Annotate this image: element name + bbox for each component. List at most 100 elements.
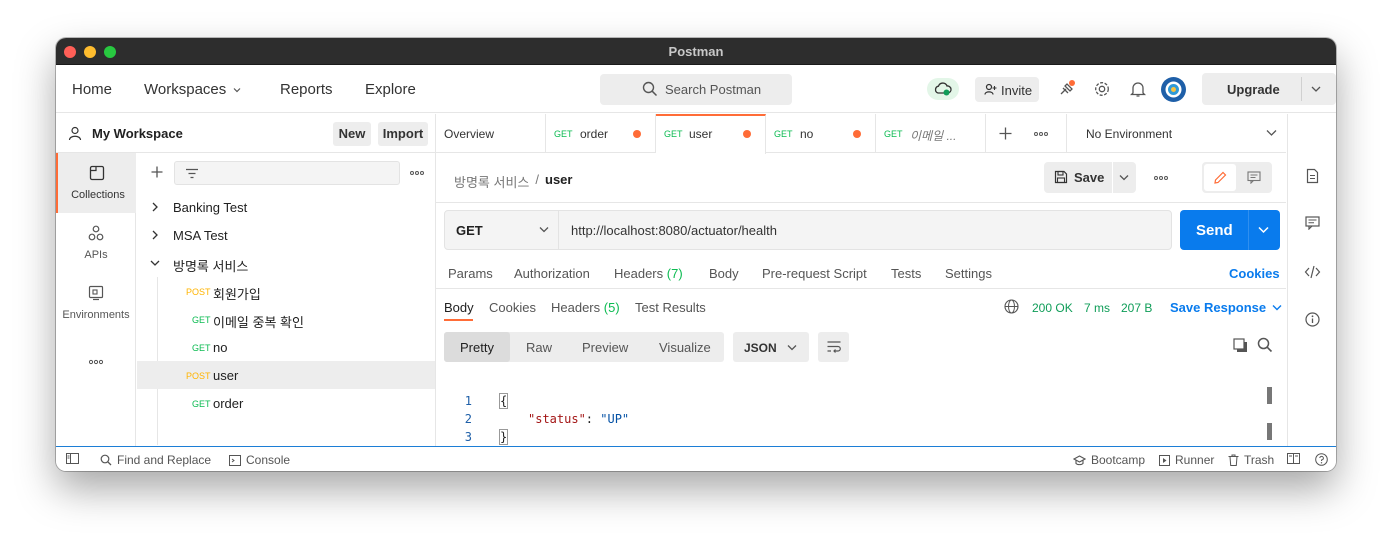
scrollbar-thumb[interactable] — [1267, 387, 1272, 404]
response-tab-headers[interactable]: Headers (5) — [551, 300, 620, 315]
line-number: 1 — [464, 394, 472, 408]
tab-email-check[interactable]: GET 이메일 ... — [876, 114, 986, 153]
edit-icon[interactable] — [1204, 164, 1236, 191]
response-body[interactable]: 1 2 3 { "status" : "UP" } — [444, 374, 1274, 445]
wrap-lines-icon[interactable] — [818, 332, 849, 362]
more-horizontal-icon[interactable] — [1034, 131, 1048, 137]
response-tab-cookies[interactable]: Cookies — [489, 300, 536, 315]
rail-item-collections[interactable]: Collections — [56, 153, 136, 213]
send-button[interactable]: Send — [1180, 210, 1280, 250]
url-input[interactable]: http://localhost:8080/actuator/health — [571, 223, 777, 238]
comment-icon[interactable] — [1238, 164, 1270, 191]
tab-prerequest-script[interactable]: Pre-request Script — [762, 266, 867, 281]
save-response-button[interactable]: Save Response — [1170, 300, 1282, 315]
environment-label: No Environment — [1086, 127, 1173, 141]
request-name[interactable]: user — [545, 172, 572, 191]
tab-params[interactable]: Params — [448, 266, 493, 281]
rail-item-apis[interactable]: APIs — [56, 213, 136, 273]
tab-no[interactable]: GET no — [766, 114, 876, 153]
chevron-right-icon[interactable] — [151, 230, 159, 240]
find-replace-button[interactable]: Find and Replace — [100, 453, 211, 467]
rail-more-button[interactable] — [56, 343, 136, 383]
toggle-sidebar-icon[interactable] — [66, 453, 79, 464]
import-button[interactable]: Import — [378, 122, 428, 146]
info-icon[interactable] — [1305, 312, 1320, 327]
runner-button[interactable]: Runner — [1159, 453, 1214, 467]
chevron-down-icon[interactable] — [150, 259, 160, 267]
bell-icon[interactable] — [1127, 78, 1149, 100]
tab-authorization[interactable]: Authorization — [514, 266, 590, 281]
breadcrumb-parent[interactable]: 방명록 서비스 — [454, 172, 529, 191]
format-visualize[interactable]: Visualize — [659, 340, 711, 355]
tab-tests[interactable]: Tests — [891, 266, 921, 281]
collection-item[interactable]: MSA Test — [137, 221, 435, 249]
response-tab-test-results[interactable]: Test Results — [635, 300, 706, 315]
format-preview[interactable]: Preview — [582, 340, 628, 355]
format-raw[interactable]: Raw — [526, 340, 552, 355]
collection-item[interactable]: 방명록 서비스 — [137, 249, 435, 277]
plus-icon[interactable] — [151, 166, 163, 178]
scrollbar-thumb[interactable] — [1267, 423, 1272, 440]
plus-icon[interactable] — [999, 127, 1012, 140]
comments-icon[interactable] — [1305, 216, 1320, 230]
console-label: Console — [246, 453, 291, 467]
help-icon[interactable] — [1315, 453, 1328, 466]
tab-body[interactable]: Body — [709, 266, 739, 281]
request-item[interactable]: GET 이메일 중복 확인 — [137, 305, 435, 333]
chevron-down-icon[interactable] — [1310, 84, 1322, 94]
globe-icon[interactable] — [1004, 299, 1019, 314]
chevron-down-icon — [1272, 304, 1282, 310]
chevron-down-icon[interactable] — [1258, 226, 1269, 234]
nav-workspaces[interactable]: Workspaces — [144, 81, 242, 98]
method-select[interactable]: GET — [445, 211, 559, 249]
search-icon[interactable] — [1257, 337, 1273, 353]
environment-selector[interactable]: No Environment — [1066, 114, 1286, 153]
request-item[interactable]: POST 회원가입 — [137, 277, 435, 305]
tab-headers[interactable]: Headers (7) — [614, 266, 683, 281]
copy-icon[interactable] — [1233, 338, 1248, 353]
filter-input[interactable] — [174, 161, 400, 185]
more-horizontal-icon[interactable] — [1154, 175, 1168, 181]
satellite-icon[interactable] — [1056, 78, 1078, 100]
rail-item-environments[interactable]: Environments — [56, 273, 136, 333]
nav-reports[interactable]: Reports — [280, 81, 333, 98]
tab-order[interactable]: GET order — [546, 114, 656, 153]
bootcamp-button[interactable]: Bootcamp — [1073, 453, 1145, 467]
format-pretty[interactable]: Pretty — [444, 332, 510, 362]
request-item-selected[interactable]: POST user — [137, 361, 435, 389]
tab-overview[interactable]: Overview — [436, 114, 546, 153]
collection-item[interactable]: Banking Test — [137, 193, 435, 221]
console-button[interactable]: Console — [229, 453, 290, 467]
two-pane-icon[interactable] — [1287, 453, 1300, 464]
chevron-down-icon[interactable] — [1119, 174, 1129, 182]
method-label: GET — [456, 223, 483, 238]
status-code[interactable]: 200 OK — [1032, 301, 1073, 315]
sync-status-icon[interactable] — [927, 78, 959, 100]
tab-user[interactable]: GET user — [656, 114, 766, 154]
avatar[interactable] — [1161, 77, 1186, 102]
chevron-right-icon[interactable] — [151, 202, 159, 212]
search-box[interactable]: Search Postman — [600, 74, 792, 105]
request-label: user — [213, 368, 239, 383]
more-horizontal-icon[interactable] — [410, 170, 424, 176]
request-item[interactable]: GET no — [137, 333, 435, 361]
documentation-icon[interactable] — [1306, 168, 1319, 184]
save-button[interactable]: Save — [1044, 162, 1136, 193]
cookies-link[interactable]: Cookies — [1229, 266, 1280, 281]
language-select[interactable]: JSON — [733, 332, 809, 362]
response-time[interactable]: 7 ms — [1084, 301, 1110, 315]
nav-explore[interactable]: Explore — [365, 81, 416, 98]
response-tab-body[interactable]: Body — [444, 300, 474, 315]
invite-button[interactable]: Invite — [975, 77, 1039, 102]
upgrade-button[interactable]: Upgrade — [1202, 73, 1336, 105]
tab-settings[interactable]: Settings — [945, 266, 992, 281]
nav-home[interactable]: Home — [72, 81, 112, 98]
code-icon[interactable] — [1304, 265, 1321, 279]
response-size[interactable]: 207 B — [1121, 301, 1152, 315]
code-brace-open: { — [498, 393, 509, 409]
workspace-name[interactable]: My Workspace — [92, 126, 183, 141]
gear-icon[interactable] — [1091, 78, 1113, 100]
new-button[interactable]: New — [333, 122, 371, 146]
request-item[interactable]: GET order — [137, 389, 435, 417]
trash-button[interactable]: Trash — [1228, 453, 1274, 467]
